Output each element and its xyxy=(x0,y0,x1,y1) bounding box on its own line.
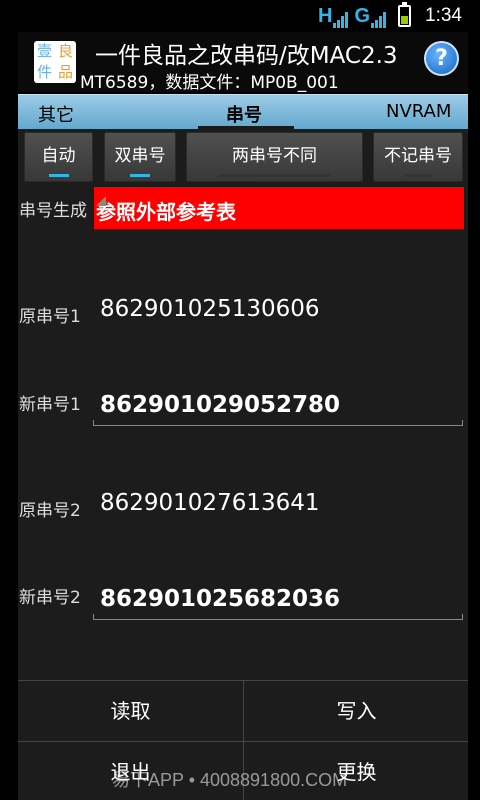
read-button[interactable]: 读取 xyxy=(18,681,243,741)
gsm-signal-icon: G xyxy=(354,5,387,28)
serial-gen-select[interactable]: 参照外部参考表 xyxy=(94,187,464,229)
new-serial-2-label: 新串号2 xyxy=(19,588,81,608)
new-serial-1-label: 新串号1 xyxy=(19,395,81,415)
toggle-indicator xyxy=(219,174,330,177)
different-serials-toggle-button[interactable]: 两串号不同 xyxy=(186,132,363,182)
tab-serial[interactable]: 串号 xyxy=(226,101,262,127)
status-icons: H G 1:34 xyxy=(318,2,462,28)
divider xyxy=(18,741,468,742)
orig-serial-2-value: 862901027613641 xyxy=(100,490,320,516)
dropdown-corner-icon xyxy=(96,196,106,206)
write-button[interactable]: 写入 xyxy=(244,681,469,741)
orig-serial-1-label: 原串号1 xyxy=(19,307,81,327)
app-logo: 壹 良 件 品 xyxy=(34,41,76,83)
app-header: 壹 良 件 品 一件良品之改串码/改MAC2.3 MT6589，数据文件：MP0… xyxy=(18,32,468,93)
toggle-indicator xyxy=(130,174,150,177)
toggle-indicator xyxy=(48,174,69,177)
status-time: 1:34 xyxy=(425,5,462,26)
hspa-signal-icon: H xyxy=(318,5,349,28)
new-serial-2-field[interactable]: 862901025682036 xyxy=(100,586,340,612)
battery-icon xyxy=(398,2,412,27)
new-serial-1-field[interactable]: 862901029052780 xyxy=(100,392,340,418)
new-serial-1-underline xyxy=(93,420,463,426)
serial-gen-label: 串号生成 xyxy=(19,201,87,221)
orig-serial-2-label: 原串号2 xyxy=(19,501,81,521)
no-record-toggle-button[interactable]: 不记串号 xyxy=(373,132,463,182)
tab-bar: 其它 串号 NVRAM xyxy=(18,94,468,130)
tab-other[interactable]: 其它 xyxy=(38,101,74,127)
new-serial-2-underline xyxy=(93,614,463,620)
app-title: 一件良品之改串码/改MAC2.3 xyxy=(95,43,398,69)
tab-nvram[interactable]: NVRAM xyxy=(386,101,451,122)
auto-toggle-button[interactable]: 自动 xyxy=(24,132,93,182)
watermark: 易下APP • 4008891800.COM xyxy=(112,770,348,790)
help-button[interactable]: ? xyxy=(424,41,459,76)
device-info: MT6589，数据文件：MP0B_001 xyxy=(80,73,339,93)
orig-serial-1-value: 862901025130606 xyxy=(100,296,320,322)
toggle-indicator xyxy=(405,174,431,177)
dual-serial-toggle-button[interactable]: 双串号 xyxy=(104,132,176,182)
status-bar: H G 1:34 xyxy=(0,0,480,32)
